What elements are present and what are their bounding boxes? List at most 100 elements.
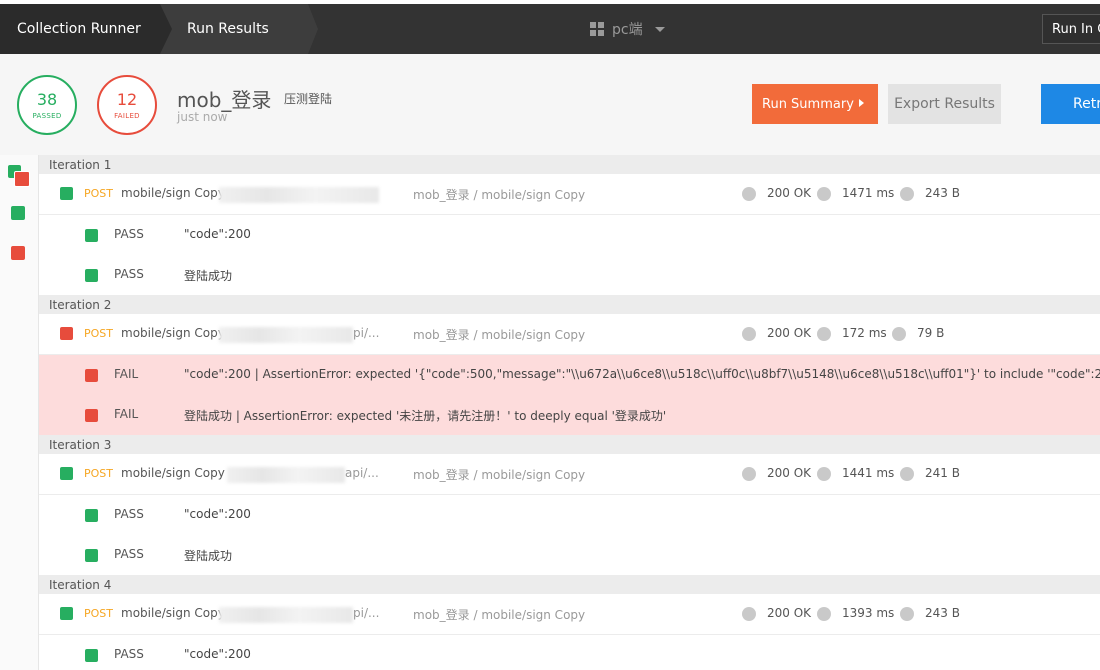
request-method: POST	[84, 187, 113, 200]
iteration-header: Iteration 2	[39, 295, 1100, 314]
filter-all-icon-overlay	[14, 171, 30, 187]
failed-counter: 12 FAILED	[97, 75, 157, 135]
run-summary-button[interactable]: Run Summary	[752, 84, 878, 124]
test-description: "code":200	[184, 507, 251, 521]
size-dot-icon	[900, 467, 914, 481]
iteration-header: Iteration 4	[39, 575, 1100, 594]
filter-failed-icon[interactable]	[11, 246, 25, 260]
request-name: mobile/sign Copy	[121, 466, 225, 480]
test-description: 登陆成功	[184, 269, 233, 283]
top-bar: Collection Runner Run Results pc端 Run In…	[0, 4, 1100, 54]
response-size: 241 B	[925, 466, 960, 480]
fail-status-icon	[85, 369, 98, 382]
pass-status-icon	[85, 269, 98, 282]
export-results-button[interactable]: Export Results	[888, 84, 1001, 124]
test-row: PASS "code":200	[39, 635, 1100, 670]
response-status: 200 OK	[767, 606, 812, 620]
test-description: "code":200	[184, 647, 251, 661]
pass-status-icon	[60, 607, 73, 620]
test-row: PASS 登陆成功	[39, 535, 1100, 575]
size-dot-icon	[900, 607, 914, 621]
breadcrumb-collection-runner[interactable]: Collection Runner	[0, 4, 172, 54]
response-status: 200 OK	[767, 326, 812, 340]
filter-passed-icon[interactable]	[11, 206, 25, 220]
status-dot-icon	[742, 187, 756, 201]
request-method: POST	[84, 607, 113, 620]
request-row[interactable]: POST mobile/sign Copy pi/... mob_登录 / mo…	[39, 314, 1100, 355]
run-in-label: Run In C	[1052, 21, 1100, 37]
chevron-down-icon	[654, 26, 665, 32]
filter-rail	[0, 155, 39, 670]
test-description: "code":200	[184, 227, 251, 241]
breadcrumb-run-results-label: Run Results	[187, 21, 269, 37]
pass-status-icon	[60, 187, 73, 200]
collection-name: mob_登录	[177, 88, 272, 112]
test-description: "code":200 | AssertionError: expected '{…	[184, 367, 1100, 381]
environment-selector[interactable]: pc端	[590, 4, 665, 54]
pass-status-icon	[85, 509, 98, 522]
redacted-url	[219, 327, 353, 343]
request-name: mobile/sign Copy	[121, 326, 225, 340]
retry-button[interactable]: Retr	[1041, 84, 1100, 124]
response-size: 243 B	[925, 186, 960, 200]
export-results-label: Export Results	[894, 96, 995, 112]
passed-label: PASSED	[32, 111, 62, 120]
test-status: FAIL	[114, 407, 139, 421]
failed-label: FAILED	[114, 111, 140, 120]
test-status: PASS	[114, 547, 144, 561]
request-method: POST	[84, 327, 113, 340]
response-status: 200 OK	[767, 186, 812, 200]
test-status: FAIL	[114, 367, 139, 381]
test-row: PASS 登陆成功	[39, 255, 1100, 295]
run-timestamp: just now	[177, 110, 228, 124]
request-name: mobile/sign Copy	[121, 606, 225, 620]
pass-status-icon	[60, 467, 73, 480]
request-url-tail: pi/...	[353, 326, 380, 340]
collection-description: 压测登陆	[284, 92, 333, 106]
test-row: PASS "code":200	[39, 215, 1100, 255]
time-dot-icon	[817, 187, 831, 201]
run-summary-label: Run Summary	[762, 96, 854, 112]
fail-status-icon	[85, 409, 98, 422]
response-time: 1441 ms	[842, 466, 895, 480]
status-dot-icon	[742, 607, 756, 621]
time-dot-icon	[817, 467, 831, 481]
iteration-header: Iteration 3	[39, 435, 1100, 454]
test-row: FAIL 登陆成功 | AssertionError: expected '未注…	[39, 395, 1100, 435]
breadcrumb-run-results[interactable]: Run Results	[160, 4, 318, 54]
grid-icon	[590, 22, 604, 36]
request-path: mob_登录 / mobile/sign Copy	[413, 188, 586, 202]
request-row[interactable]: POST mobile/sign Copy mob_登录 / mobile/si…	[39, 174, 1100, 215]
request-method: POST	[84, 467, 113, 480]
results-list: Iteration 1 POST mobile/sign Copy mob_登录…	[39, 155, 1100, 670]
request-path: mob_登录 / mobile/sign Copy	[413, 468, 586, 482]
test-status: PASS	[114, 267, 144, 281]
status-dot-icon	[742, 327, 756, 341]
request-path: mob_登录 / mobile/sign Copy	[413, 328, 586, 342]
response-time: 1393 ms	[842, 606, 895, 620]
test-description: 登陆成功 | AssertionError: expected '未注册，请先注…	[184, 409, 667, 423]
request-url-tail: api/...	[345, 466, 379, 480]
test-description: 登陆成功	[184, 549, 233, 563]
response-status: 200 OK	[767, 466, 812, 480]
caret-right-icon	[859, 99, 864, 107]
retry-label: Retr	[1073, 96, 1100, 112]
test-status: PASS	[114, 507, 144, 521]
test-status: PASS	[114, 647, 144, 661]
request-name: mobile/sign Copy	[121, 186, 225, 200]
time-dot-icon	[817, 327, 831, 341]
run-summary-header: 38 PASSED 12 FAILED mob_登录 压测登陆 just now…	[0, 54, 1100, 155]
pass-status-icon	[85, 649, 98, 662]
iteration-header: Iteration 1	[39, 155, 1100, 174]
request-row[interactable]: POST mobile/sign Copy api/... mob_登录 / m…	[39, 454, 1100, 495]
redacted-url	[219, 607, 353, 623]
run-in-command-line-button[interactable]: Run In C	[1042, 14, 1100, 44]
response-size: 243 B	[925, 606, 960, 620]
pass-status-icon	[85, 229, 98, 242]
size-dot-icon	[900, 187, 914, 201]
response-time: 172 ms	[842, 326, 887, 340]
passed-counter: 38 PASSED	[17, 75, 77, 135]
request-row[interactable]: POST mobile/sign Copy pi/... mob_登录 / mo…	[39, 594, 1100, 635]
response-time: 1471 ms	[842, 186, 895, 200]
passed-count: 38	[36, 89, 58, 109]
